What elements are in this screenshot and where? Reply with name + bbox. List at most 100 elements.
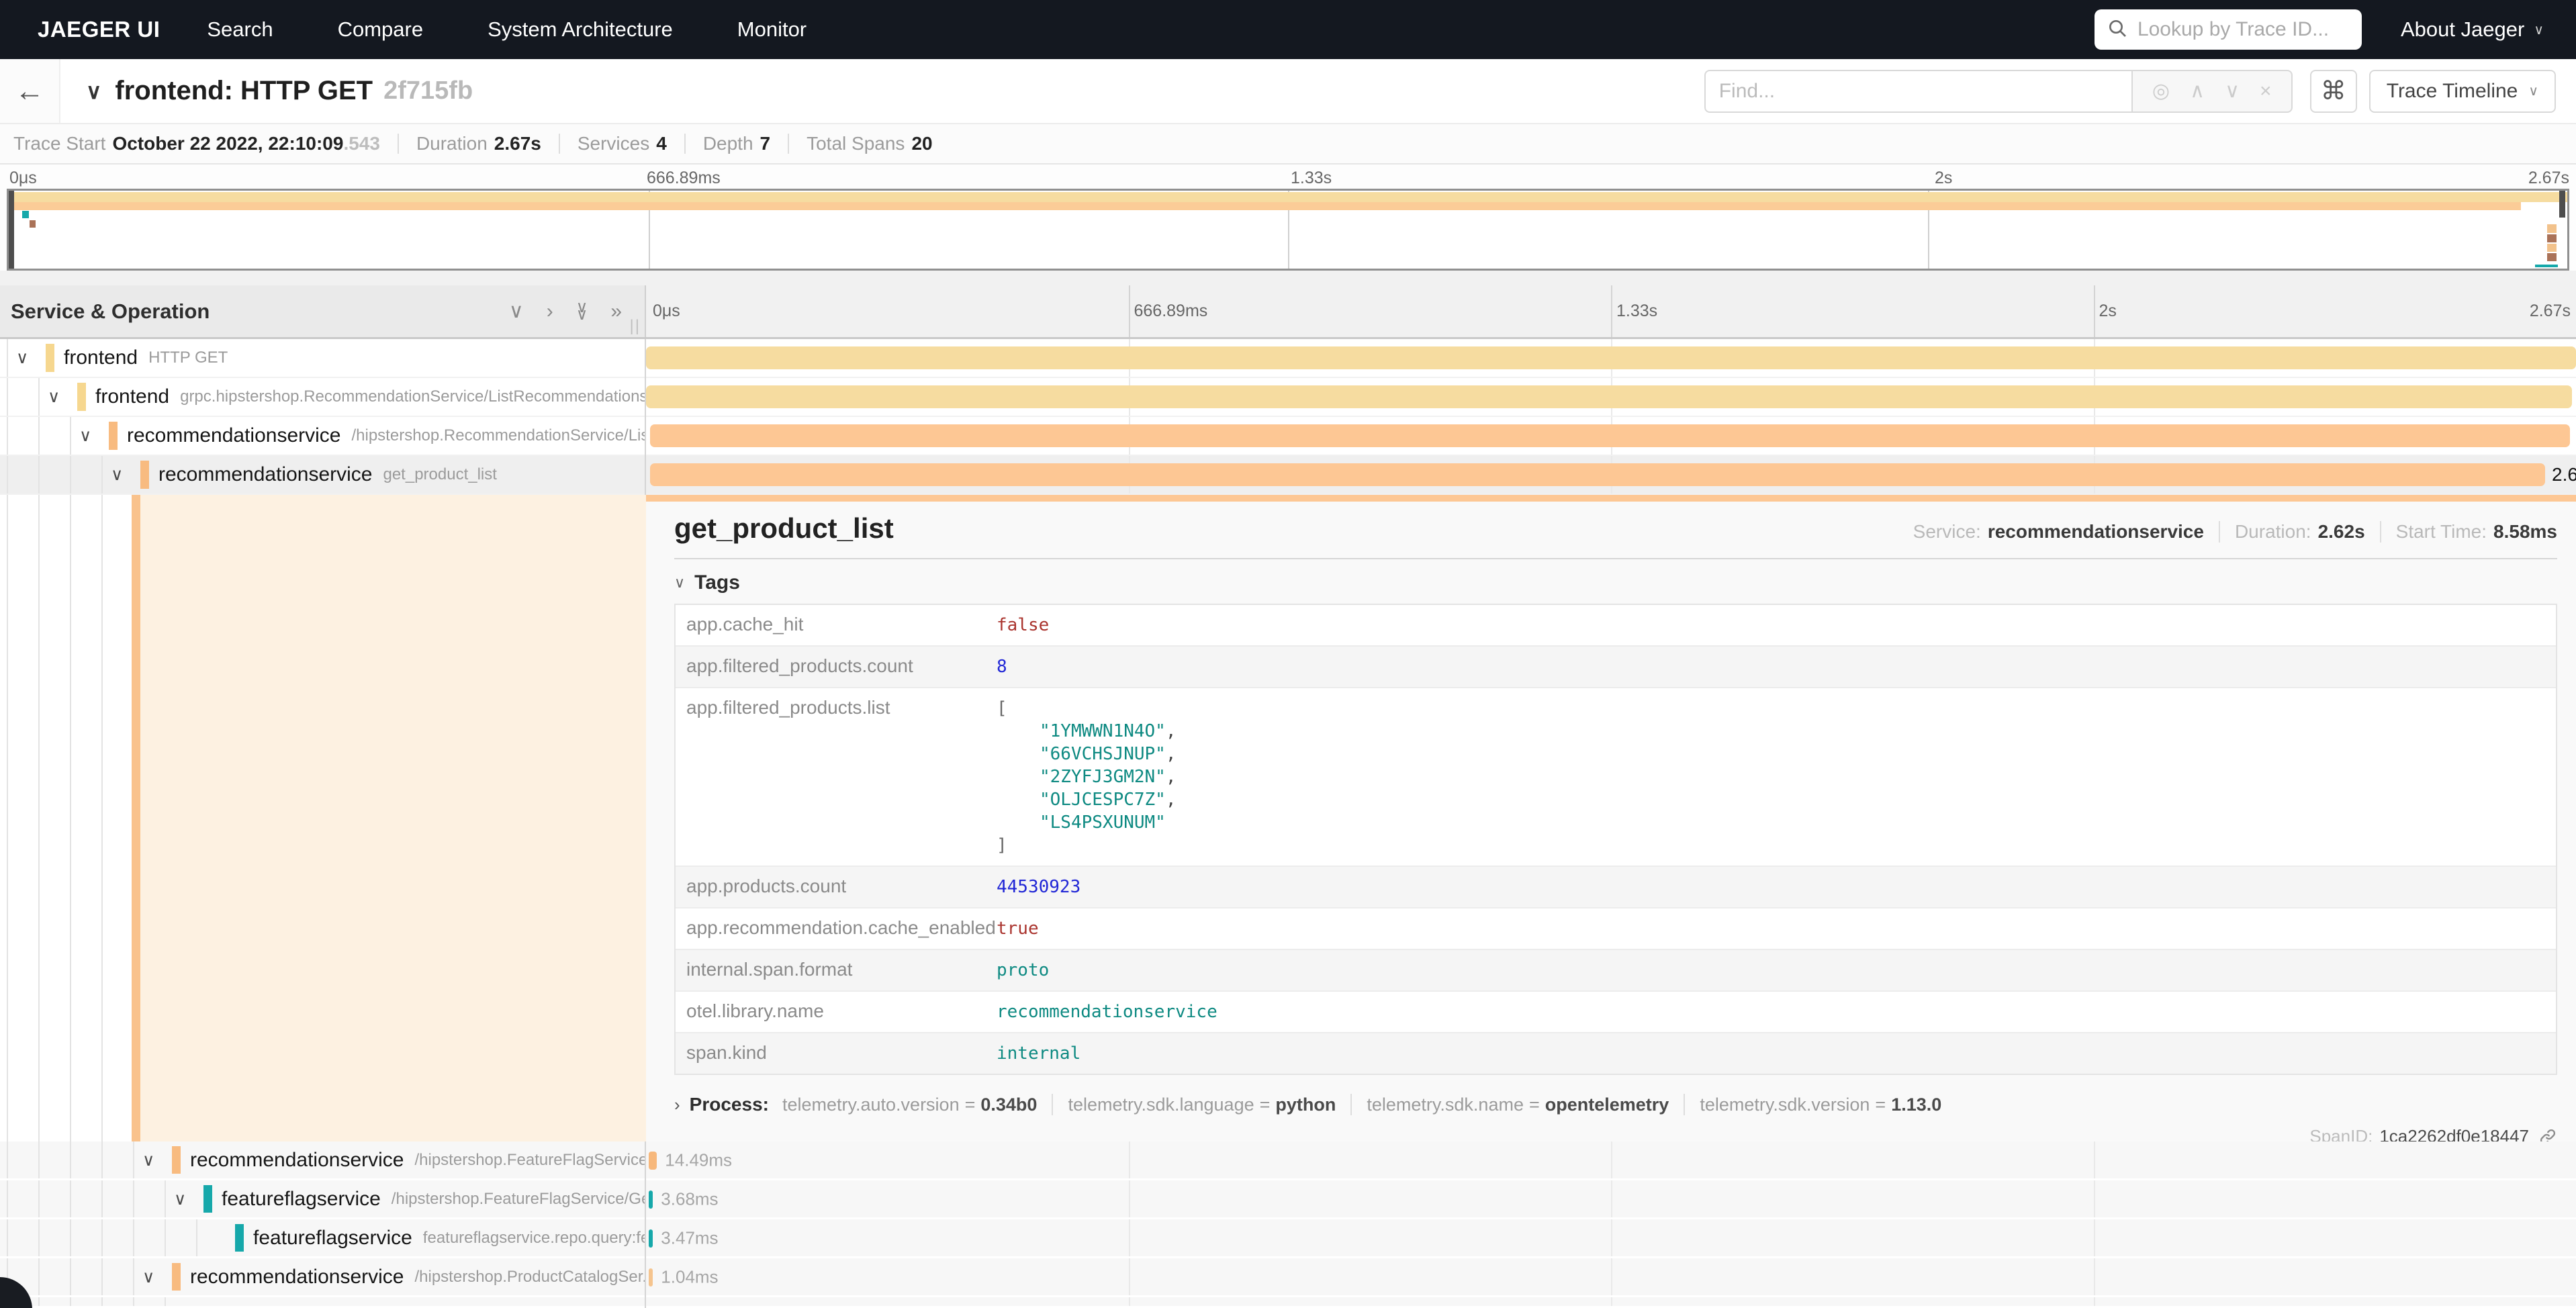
gridline <box>1129 1258 1130 1295</box>
nav-item-search[interactable]: Search <box>207 17 273 42</box>
nav-item-compare[interactable]: Compare <box>338 17 424 42</box>
find-prev-icon[interactable]: ∧ <box>2190 79 2205 103</box>
minimap-span-bar[interactable] <box>2559 191 2565 218</box>
expand-one-icon[interactable]: › <box>547 300 553 323</box>
tag-row[interactable]: app.recommendation.cache_enabledtrue <box>676 908 2556 950</box>
span-row[interactable]: ∨recommendationservice/hipstershop.Featu… <box>0 1141 2576 1180</box>
chevron-down-icon[interactable]: ∨ <box>174 1189 186 1209</box>
span-bar[interactable] <box>649 1152 657 1170</box>
span-timeline-cell[interactable]: 14.49ms <box>646 1141 2576 1178</box>
tag-row[interactable]: app.products.count44530923 <box>676 867 2556 908</box>
focus-target-icon[interactable]: ◎ <box>2152 79 2170 103</box>
trace-lookup-input[interactable]: Lookup by Trace ID... <box>2095 9 2362 50</box>
span-row[interactable]: ∨frontendgrpc.hipstershop.Recommendation… <box>0 378 2576 417</box>
tag-row[interactable]: span.kindinternal <box>676 1033 2556 1074</box>
indent-guide <box>196 1219 197 1256</box>
span-bar[interactable] <box>646 346 2576 369</box>
timeline-minimap[interactable]: 0μs 666.89ms 1.33s 2s 2.67s <box>0 165 2576 285</box>
span-row[interactable]: ∨featureflagservice/hipstershop.FeatureF… <box>0 1180 2576 1219</box>
json-string: "66VCHSJNUP" <box>1040 744 1166 764</box>
span-tree-cell[interactable]: featureflagservicefeatureflagservice.rep… <box>0 1219 646 1256</box>
span-timeline-cell[interactable]: 3.47ms <box>646 1219 2576 1256</box>
span-bar[interactable] <box>646 385 2572 408</box>
minimap-span-bar[interactable] <box>9 202 2521 210</box>
span-row[interactable]: ∨recommendationserviceget_product_list2.… <box>0 456 2576 495</box>
tag-row[interactable]: app.filtered_products.list["1YMWWN1N4O",… <box>676 688 2556 867</box>
span-tree-cell[interactable]: ∨featureflagservice/hipstershop.FeatureF… <box>0 1180 646 1217</box>
collapse-one-icon[interactable]: ∨ <box>509 299 524 323</box>
minimap-span-bar[interactable] <box>2547 244 2557 252</box>
indent-guide <box>101 1180 103 1217</box>
span-row[interactable]: ∨frontendHTTP GET <box>0 339 2576 378</box>
minimap-span-bar[interactable] <box>9 192 2567 202</box>
minimap-span-bar[interactable] <box>30 220 36 228</box>
minimap-span-bar[interactable] <box>2547 224 2557 233</box>
process-section-toggle[interactable]: › Process: telemetry.auto.version=0.34b0… <box>674 1094 2557 1115</box>
app-brand[interactable]: JAEGER UI <box>38 17 160 42</box>
column-resize-grip[interactable]: || <box>630 317 641 336</box>
minimap-canvas[interactable] <box>7 189 2569 271</box>
span-tree-cell[interactable] <box>0 1297 646 1306</box>
minimap-span-bar[interactable] <box>22 211 29 218</box>
span-timeline-cell[interactable] <box>646 1297 2576 1306</box>
process-value: 0.34b0 <box>980 1094 1037 1115</box>
span-tree-cell[interactable]: ∨recommendationservice/hipstershop.Recom… <box>0 417 646 455</box>
chevron-down-icon[interactable]: ∨ <box>16 348 28 368</box>
span-timeline-cell[interactable]: 1.04ms <box>646 1258 2576 1295</box>
operation-name: /hipstershop.ProductCatalogSer... <box>414 1268 646 1287</box>
nav-item-system-architecture[interactable]: System Architecture <box>488 17 673 42</box>
minimap-span-bar[interactable] <box>2535 265 2558 267</box>
chevron-down-icon[interactable]: ∨ <box>79 426 91 446</box>
collapse-trace-chevron[interactable]: ∨ <box>86 79 101 104</box>
column-divider[interactable] <box>645 339 646 495</box>
nav-item-monitor[interactable]: Monitor <box>737 17 807 42</box>
span-row[interactable] <box>0 1297 2576 1306</box>
column-divider[interactable] <box>645 1141 646 1308</box>
span-tree-cell[interactable]: ∨recommendationserviceget_product_list <box>0 456 646 494</box>
chevron-down-icon[interactable]: ∨ <box>142 1150 154 1170</box>
span-bar[interactable] <box>650 463 2545 486</box>
span-timeline-cell[interactable] <box>646 378 2576 416</box>
operation-name: /hipstershop.FeatureFlagService... <box>414 1151 646 1170</box>
indent-guide <box>38 1180 40 1217</box>
span-timeline-cell[interactable] <box>646 339 2576 377</box>
timeline-tick: 2s <box>2099 301 2117 321</box>
find-placeholder: Find... <box>1719 80 1775 103</box>
span-row[interactable]: featureflagservicefeatureflagservice.rep… <box>0 1219 2576 1258</box>
about-jaeger-menu[interactable]: About Jaeger ∨ <box>2401 17 2544 42</box>
minimap-span-bar[interactable] <box>2547 253 2557 261</box>
span-tree-cell[interactable]: ∨recommendationservice/hipstershop.Produ… <box>0 1258 646 1295</box>
expand-all-icon[interactable]: » <box>610 300 622 323</box>
chevron-down-icon[interactable]: ∨ <box>142 1267 154 1287</box>
span-bar[interactable] <box>650 424 2571 447</box>
tags-section-toggle[interactable]: ∨ Tags <box>674 571 2557 594</box>
span-row[interactable]: ∨recommendationservice/hipstershop.Recom… <box>0 417 2576 456</box>
span-tree-cell[interactable]: ∨frontendHTTP GET <box>0 339 646 377</box>
chevron-down-icon[interactable]: ∨ <box>111 465 123 485</box>
collapse-all-icon[interactable]: ∨∨ <box>576 304 588 318</box>
minimap-span-bar[interactable] <box>2547 234 2557 242</box>
span-bar[interactable] <box>649 1268 653 1287</box>
tag-row[interactable]: app.cache_hitfalse <box>676 605 2556 647</box>
tag-row[interactable]: internal.span.formatproto <box>676 950 2556 992</box>
span-bar[interactable] <box>649 1229 653 1248</box>
tag-row[interactable]: app.filtered_products.count8 <box>676 647 2556 688</box>
process-key: telemetry.auto.version <box>782 1094 960 1115</box>
find-input[interactable]: Find... <box>1704 70 2131 113</box>
span-timeline-cell[interactable]: 3.68ms <box>646 1180 2576 1217</box>
minimap-span-bar[interactable] <box>9 191 14 269</box>
span-tree-cell[interactable]: ∨frontendgrpc.hipstershop.Recommendation… <box>0 378 646 416</box>
find-clear-icon[interactable]: × <box>2260 80 2272 103</box>
span-tree-cell[interactable]: ∨recommendationservice/hipstershop.Featu… <box>0 1141 646 1178</box>
tag-row[interactable]: otel.library.namerecommendationservice <box>676 992 2556 1033</box>
chevron-down-icon[interactable]: ∨ <box>48 387 60 407</box>
back-button[interactable]: ← <box>0 59 60 123</box>
link-icon[interactable] <box>2538 1127 2557 1142</box>
find-next-icon[interactable]: ∨ <box>2225 79 2240 103</box>
trace-view-selector[interactable]: Trace Timeline ∨ <box>2369 70 2556 113</box>
span-bar[interactable] <box>649 1190 653 1209</box>
span-timeline-cell[interactable]: 2.62s <box>646 456 2576 494</box>
keyboard-shortcuts-button[interactable]: ⌘ <box>2310 70 2357 113</box>
span-row[interactable]: ∨recommendationservice/hipstershop.Produ… <box>0 1258 2576 1297</box>
span-timeline-cell[interactable] <box>646 417 2576 455</box>
